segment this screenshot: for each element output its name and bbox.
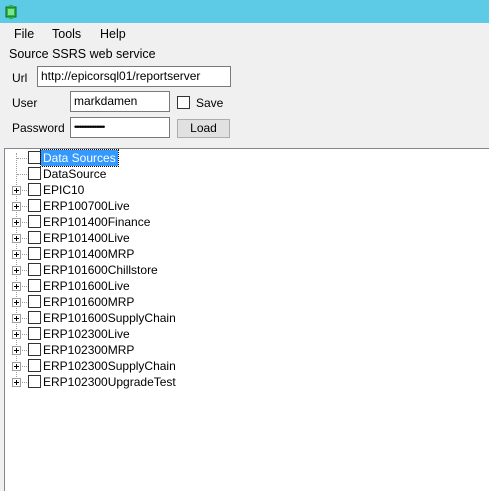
tree-node-checkbox[interactable] — [28, 215, 41, 228]
tree-node[interactable]: ERP101600MRP — [5, 294, 305, 310]
expand-plus-icon[interactable] — [12, 266, 21, 275]
tree-node[interactable]: ERP101600Chillstore — [5, 262, 305, 278]
tree-node-label: ERP101400Live — [43, 231, 130, 245]
tree-node-label: ERP101600SupplyChain — [43, 311, 176, 325]
tree-branch-line — [22, 222, 27, 223]
expand-plus-icon[interactable] — [12, 218, 21, 227]
tree-node-label: ERP100700Live — [43, 199, 130, 213]
expand-plus-icon[interactable] — [12, 378, 21, 387]
tree-node-checkbox[interactable] — [28, 359, 41, 372]
load-button[interactable]: Load — [177, 119, 230, 138]
tree-node[interactable]: ERP102300MRP — [5, 342, 305, 358]
tree-node-label: ERP102300Live — [43, 327, 130, 341]
save-checkbox[interactable] — [177, 96, 190, 109]
tree-node-label: DataSource — [43, 167, 107, 181]
tree-branch-line — [22, 350, 27, 351]
expand-plus-icon[interactable] — [12, 330, 21, 339]
tree-branch-line — [22, 270, 27, 271]
tree-node-checkbox[interactable] — [28, 343, 41, 356]
expand-plus-icon[interactable] — [12, 250, 21, 259]
tree-node-checkbox[interactable] — [28, 327, 41, 340]
tree-branch-line — [22, 318, 27, 319]
expand-plus-icon[interactable] — [12, 234, 21, 243]
tree-branch-line — [22, 190, 27, 191]
tree-node[interactable]: ERP101600SupplyChain — [5, 310, 305, 326]
tree-node-checkbox[interactable] — [28, 263, 41, 276]
url-label: Url — [12, 71, 28, 85]
tree-node-data-sources[interactable]: Data Sources — [5, 149, 305, 167]
expand-plus-icon[interactable] — [12, 298, 21, 307]
password-input[interactable]: •••••••••••••••••• — [70, 117, 170, 138]
expand-plus-icon[interactable] — [12, 282, 21, 291]
url-input[interactable]: http://epicorsql01/reportserver — [37, 66, 231, 87]
tree-node-label: ERP102300UpgradeTest — [43, 375, 176, 389]
menu-bar: File Tools Help — [0, 23, 489, 45]
tree-node-label: EPIC10 — [43, 183, 85, 197]
tree-node-checkbox[interactable] — [28, 167, 41, 180]
tree-branch-line — [22, 238, 27, 239]
tree-branch-line — [22, 206, 27, 207]
app-icon — [5, 5, 17, 19]
expand-plus-icon[interactable] — [12, 186, 21, 195]
tree-branch-line — [22, 382, 27, 383]
tree-node-checkbox[interactable] — [28, 279, 41, 292]
save-label: Save — [196, 96, 224, 110]
tree-node-datasource[interactable]: DataSource — [5, 166, 305, 182]
tree-node-checkbox[interactable] — [28, 311, 41, 324]
tree-node-label: ERP102300SupplyChain — [43, 359, 176, 373]
expand-plus-icon[interactable] — [12, 362, 21, 371]
tree-node-checkbox[interactable] — [28, 199, 41, 212]
tree-branch-line — [17, 158, 27, 159]
tree-node[interactable]: ERP102300UpgradeTest — [5, 374, 305, 390]
tree-node[interactable]: ERP102300Live — [5, 326, 305, 342]
menu-help[interactable]: Help — [100, 27, 126, 41]
tree-node-checkbox[interactable] — [28, 151, 41, 164]
title-bar[interactable] — [0, 0, 489, 23]
tree-node-checkbox[interactable] — [28, 231, 41, 244]
tree-branch-line — [22, 334, 27, 335]
group-title: Source SSRS web service — [9, 47, 156, 61]
tree-node[interactable]: ERP101400Live — [5, 230, 305, 246]
expand-plus-icon[interactable] — [12, 202, 21, 211]
tree-branch-line — [22, 254, 27, 255]
tree-node-checkbox[interactable] — [28, 247, 41, 260]
password-label: Password — [12, 121, 65, 135]
tree-node-label: Data Sources — [40, 149, 119, 167]
tree-node-label: ERP101400Finance — [43, 215, 151, 229]
user-label: User — [12, 96, 38, 110]
tree-node-label: ERP101600Live — [43, 279, 130, 293]
menu-tools[interactable]: Tools — [52, 27, 81, 41]
report-tree[interactable]: Data Sources DataSource EPIC10 ERP100700L… — [4, 148, 489, 491]
menu-file[interactable]: File — [14, 27, 34, 41]
expand-plus-icon[interactable] — [12, 346, 21, 355]
tree-node[interactable]: ERP100700Live — [5, 198, 305, 214]
tree-node-checkbox[interactable] — [28, 375, 41, 388]
tree-branch-line — [22, 302, 27, 303]
source-group: Source SSRS web service Url http://epico… — [4, 45, 489, 145]
tree-branch-line — [22, 366, 27, 367]
tree-branch-line — [17, 174, 27, 175]
tree-branch-line — [22, 286, 27, 287]
tree-node-checkbox[interactable] — [28, 183, 41, 196]
tree-node-label: ERP101600MRP — [43, 295, 135, 309]
tree-node-checkbox[interactable] — [28, 295, 41, 308]
tree-node[interactable]: EPIC10 — [5, 182, 305, 198]
tree-node[interactable]: ERP101600Live — [5, 278, 305, 294]
user-input[interactable]: markdamen — [70, 91, 170, 112]
tree-node[interactable]: ERP102300SupplyChain — [5, 358, 305, 374]
tree-node-label: ERP102300MRP — [43, 343, 135, 357]
tree-node[interactable]: ERP101400Finance — [5, 214, 305, 230]
tree-node-label: ERP101600Chillstore — [43, 263, 158, 277]
expand-plus-icon[interactable] — [12, 314, 21, 323]
tree-node-label: ERP101400MRP — [43, 247, 135, 261]
tree-node[interactable]: ERP101400MRP — [5, 246, 305, 262]
